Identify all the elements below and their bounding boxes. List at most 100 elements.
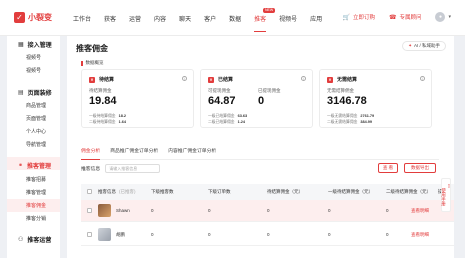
sidebar-group-access[interactable]: ▦ 接入管理 xyxy=(18,40,52,49)
card-line-value: 384.99 xyxy=(360,120,372,124)
sidebar-item-products[interactable]: 商品管理 xyxy=(26,102,46,109)
sidebar-item-distribution[interactable]: 推客分销 xyxy=(26,215,46,222)
info-icon[interactable]: i xyxy=(301,76,306,81)
sidebar-group-ops[interactable]: ⚇ 推客运营 xyxy=(18,235,51,244)
sidebar-item-recruit[interactable]: 推客招募 xyxy=(26,176,46,183)
ai-button-label: AI / 私域助手 xyxy=(413,43,440,48)
wallet-icon: ¥ xyxy=(327,76,333,83)
promoter-avatar xyxy=(98,228,111,241)
sidebar-group-decorate[interactable]: ▤ 页面装修 xyxy=(18,88,52,97)
sidebar-item-channels-2[interactable]: 视频号 xyxy=(26,67,41,74)
promoter-avatar xyxy=(98,204,111,217)
info-icon[interactable]: i xyxy=(182,76,187,81)
card-settled: ¥ 已结算 i 可提现佣金 64.87 已提现佣金 0 一级已结算佣金 63.63… xyxy=(200,69,313,128)
nav-item-data[interactable]: 数据 xyxy=(229,14,241,23)
info-icon[interactable]: i xyxy=(420,76,425,81)
card-head: ¥ 已结算 xyxy=(208,76,233,83)
page-title: 推客佣金 xyxy=(76,44,108,53)
sidebar-group-label: 页面装修 xyxy=(27,91,52,97)
card-no-settle: ¥ 无需结算 i 无需结算佣金 3146.78 一级无需结算佣金 2761.79 … xyxy=(319,69,432,128)
row-checkbox[interactable] xyxy=(87,232,92,237)
nav-item-promoter[interactable]: 推客 NEW xyxy=(254,8,276,32)
nav-item-apps[interactable]: 应用 xyxy=(310,14,322,23)
sidebar-item-commission[interactable]: 推客佣金 xyxy=(26,202,46,209)
analysis-tabs: 佣金分析 商品推广佣金订单分析 内容推广佣金订单分析 xyxy=(81,147,439,160)
wallet-icon: ¥ xyxy=(208,76,214,83)
promoter-name: 胡鹏 xyxy=(116,232,125,237)
nav-item-workbench[interactable]: 工作台 xyxy=(73,14,91,23)
wallet-icon: ¥ xyxy=(89,76,95,83)
sidebar-item-profile[interactable]: 个人中心 xyxy=(26,128,46,135)
nav-item-operate[interactable]: 运营 xyxy=(129,14,141,23)
view-button[interactable]: 查 看 xyxy=(378,163,398,173)
people-icon: ⚇ xyxy=(18,237,24,243)
card-value: 64.87 xyxy=(208,95,236,107)
main-nav: 工作台 获客 运营 内容 聊天 客户 数据 推客 NEW 视频号 应用 xyxy=(73,8,335,32)
card-line-value: 18.2 xyxy=(118,114,126,118)
section-label: 数据概览 xyxy=(81,60,104,66)
section-label-text: 数据概览 xyxy=(85,60,104,65)
tab-product-orders[interactable]: 商品推广佣金订单分析 xyxy=(110,147,158,159)
cell-pending-l2: 0 xyxy=(386,208,389,213)
ai-assistant-button[interactable]: ✦ AI / 私域助手 xyxy=(402,41,446,51)
nav-item-customer[interactable]: 客户 xyxy=(204,14,216,23)
card-line: 一级已结算佣金 63.63 xyxy=(208,114,247,119)
card-line: 一级待结算佣金 18.2 xyxy=(89,114,126,119)
card-line-value: 1.64 xyxy=(118,120,126,124)
nav-item-content[interactable]: 内容 xyxy=(154,14,166,23)
card-line-label: 二级无需结算佣金 xyxy=(327,120,358,124)
card-sub: 可提现佣金 xyxy=(208,88,231,93)
card-title: 待结算 xyxy=(99,77,115,83)
tab-content-orders[interactable]: 内容推广佣金订单分析 xyxy=(168,147,216,159)
nav-item-promoter-label: 推客 xyxy=(254,17,267,23)
chevron-down-icon: ▾ xyxy=(448,14,451,20)
order-button[interactable]: 🛒 立即订购 xyxy=(342,13,375,22)
card-value: 3146.78 xyxy=(327,95,367,107)
card-value: 19.84 xyxy=(89,95,117,107)
nav-item-chat[interactable]: 聊天 xyxy=(179,14,191,23)
card-head: ¥ 无需结算 xyxy=(327,76,357,83)
logo[interactable]: ✓ 小裂变 xyxy=(14,12,52,23)
sidebar-item-promoter-manage[interactable]: 推客管理 xyxy=(26,189,46,196)
logo-icon: ✓ xyxy=(14,12,25,23)
card-line-label: 一级已结算佣金 xyxy=(208,114,235,118)
user-menu[interactable]: ● ▾ xyxy=(435,12,451,22)
view-details-link[interactable]: 查看明细 xyxy=(411,232,429,238)
export-button[interactable]: 数据导出 xyxy=(404,163,436,173)
card-line: 一级无需结算佣金 2761.79 xyxy=(327,114,374,119)
view-details-link[interactable]: 查看明细 xyxy=(411,208,429,214)
tab-commission-analysis[interactable]: 佣金分析 xyxy=(81,147,101,160)
filter-label: 推客信息 xyxy=(81,167,101,172)
table-row[interactable]: Shawn 0 0 0 0 0 查看明细 xyxy=(81,200,454,222)
sidebar-group-label: 推客运营 xyxy=(27,238,52,244)
user-manual-tab[interactable]: ▯ 使用手册 xyxy=(441,178,451,212)
nav-item-channels[interactable]: 视频号 xyxy=(279,14,297,23)
top-right-actions: 🛒 立即订购 ☎ 专属顾问 ● ▾ xyxy=(328,12,451,22)
sidebar-item-channels-1[interactable]: 视频号 xyxy=(26,54,41,61)
cell-sub-orders: 0 xyxy=(208,232,211,237)
user-manual-label: 使用手册 xyxy=(441,187,447,206)
card-line-label: 二级待结算佣金 xyxy=(89,120,116,124)
nav-item-acquire[interactable]: 获客 xyxy=(104,14,116,23)
card-line-value: 63.63 xyxy=(237,114,248,118)
order-label: 立即订购 xyxy=(352,15,375,21)
sidebar-item-pages[interactable]: 页面管理 xyxy=(26,115,46,122)
card-sub: 待结算佣金 xyxy=(89,88,112,93)
cell-pending: 0 xyxy=(267,208,270,213)
sidebar-group-promoter[interactable]: ⚭ 推客管理 xyxy=(18,161,51,170)
card-title: 无需结算 xyxy=(337,77,358,83)
th-promoter: 推客信息 (已推客) xyxy=(98,189,136,195)
cell-sub-count: 0 xyxy=(151,208,154,213)
select-all-checkbox[interactable] xyxy=(87,189,92,194)
th-sub-count: 下级推客数 xyxy=(151,189,174,194)
service-button[interactable]: ☎ 专属顾问 xyxy=(389,13,422,22)
cell-sub-orders: 0 xyxy=(208,208,211,213)
table-row[interactable]: 胡鹏 0 0 0 0 0 查看明细 xyxy=(81,224,454,246)
th-pending: 待结算佣金（元） xyxy=(267,189,303,194)
sidebar-item-navigation[interactable]: 导航管理 xyxy=(26,141,46,148)
promoter-search-input[interactable]: 请输入推客信息 xyxy=(105,164,161,173)
row-checkbox[interactable] xyxy=(87,208,92,213)
grid-icon: ▦ xyxy=(18,42,24,48)
sidebar-group-label: 接入管理 xyxy=(27,43,52,49)
page-icon: ▤ xyxy=(18,90,24,96)
